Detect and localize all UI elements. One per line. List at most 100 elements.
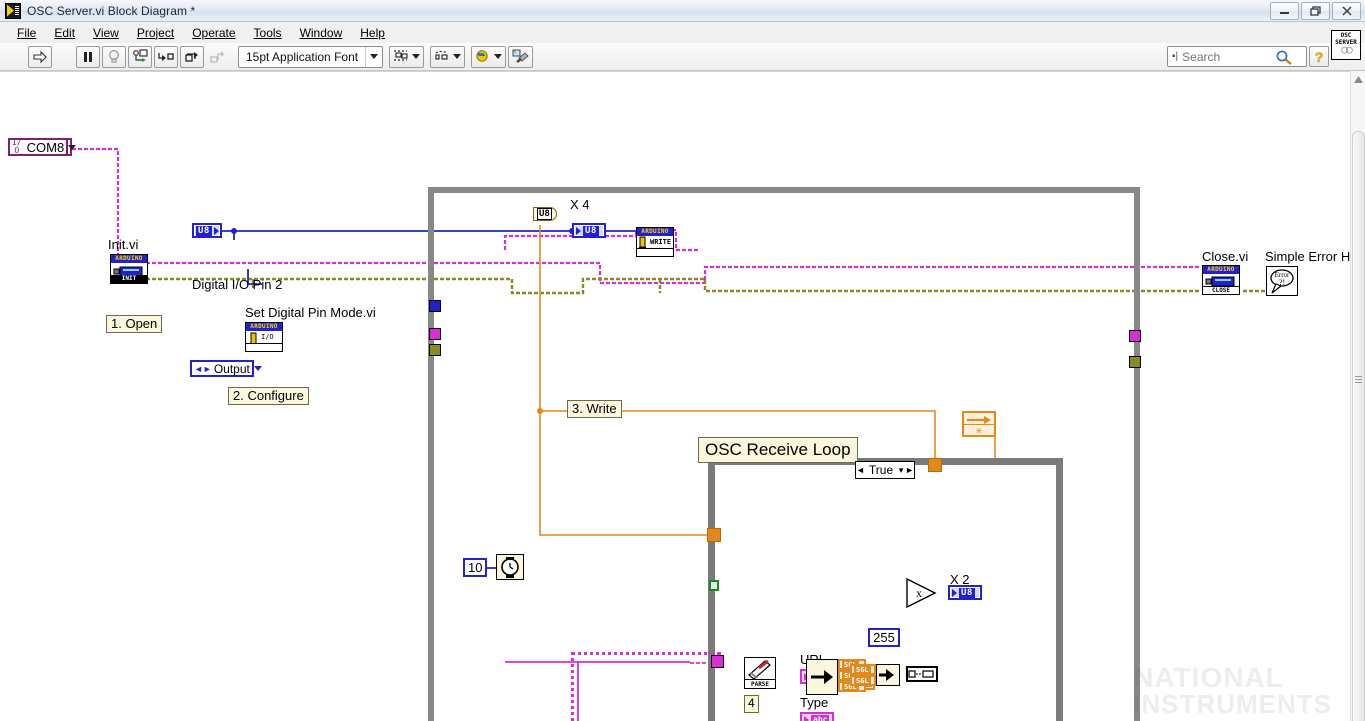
align-objects-button[interactable] xyxy=(389,45,425,68)
inner-subdiagram-structure[interactable] xyxy=(571,652,721,721)
retain-wire-values-icon[interactable] xyxy=(128,45,152,68)
digital-io-pin-terminal[interactable]: U8 xyxy=(192,223,222,238)
menu-edit[interactable]: Edit xyxy=(45,24,84,42)
bundle-sgl-2: SGL xyxy=(850,675,876,686)
menu-tools[interactable]: Tools xyxy=(245,24,291,42)
align-chevron-down-icon[interactable] xyxy=(412,54,421,59)
reorder-chevron-down-icon[interactable] xyxy=(494,54,503,59)
u8-glyph: U8 xyxy=(959,587,975,598)
com-port-control[interactable]: I/O COM8 xyxy=(8,138,77,156)
type-terminal[interactable]: abc xyxy=(800,712,834,721)
arduino-vi-header: ARDUINO xyxy=(246,323,282,331)
minimize-button[interactable] xyxy=(1270,2,1299,20)
loop-tunnel-serial-right[interactable] xyxy=(1129,330,1141,342)
search-magnifier-icon[interactable] xyxy=(1275,49,1293,65)
bundle-cluster-node[interactable] xyxy=(876,664,900,686)
search-input[interactable] xyxy=(1180,48,1276,65)
menu-operate[interactable]: Operate xyxy=(183,24,244,42)
parse-count-constant[interactable]: 4 xyxy=(744,695,759,713)
loop-tunnel-error-right[interactable] xyxy=(1129,356,1141,368)
u8-glyph: U8 xyxy=(196,225,212,236)
scroll-up-arrow-icon[interactable] xyxy=(1351,71,1365,87)
window-controls xyxy=(1270,2,1361,20)
arduino-vi-header: ARDUINO xyxy=(637,228,673,236)
unbundle-cluster-node[interactable] xyxy=(806,659,838,695)
close-button[interactable] xyxy=(1332,2,1361,20)
pause-button[interactable] xyxy=(76,45,100,68)
font-label: 15pt Application Font xyxy=(246,49,359,64)
menu-project[interactable]: Project xyxy=(128,24,183,42)
menu-view[interactable]: View xyxy=(84,24,128,42)
restore-button[interactable] xyxy=(1301,2,1330,20)
u8-constant[interactable]: U8 xyxy=(533,207,557,221)
case-next-arrow-icon[interactable]: ► xyxy=(905,465,914,475)
error-handler-label: Simple Error Ha xyxy=(1265,249,1350,264)
watermark-line-2: INSTRUMENTS xyxy=(1133,689,1332,719)
array-to-cluster-node[interactable] xyxy=(906,666,938,682)
digital-io-pin-label: Digital I/O Pin 2 xyxy=(192,277,283,292)
case-structure-selector[interactable]: ◄ True ▾ ► xyxy=(855,461,915,479)
set-digital-pin-mode-vi-node[interactable]: ARDUINO I/O xyxy=(245,322,283,352)
highlight-execution-bulb-icon[interactable] xyxy=(102,45,126,68)
clean-up-diagram-button[interactable] xyxy=(508,45,534,68)
block-diagram-canvas[interactable]: I/O COM8 Init.vi ARDUINO INIT 1. Open Di… xyxy=(0,71,1350,721)
pin-mode-output-enum[interactable]: ◄► Output xyxy=(190,360,262,377)
loop-tunnel-numeric[interactable] xyxy=(429,300,441,312)
font-dropdown-chevron-down-icon[interactable] xyxy=(366,54,382,59)
menu-help[interactable]: Help xyxy=(351,24,394,42)
menu-bar: File Edit View Project Operate Tools Win… xyxy=(0,22,1365,44)
bundle-inputs: SGL SGL xyxy=(850,664,876,686)
clock-icon xyxy=(501,556,519,578)
reorder-button[interactable] xyxy=(471,45,507,68)
vi-icon-badge[interactable]: OSC SERVER ◯◯ xyxy=(1331,30,1361,60)
menu-file[interactable]: File xyxy=(8,24,45,42)
close-vi-node[interactable]: ARDUINO CLOSE xyxy=(1202,265,1240,295)
scrollbar-grip-icon xyxy=(1355,376,1362,383)
step-out-icon[interactable] xyxy=(206,46,230,68)
menu-window[interactable]: Window xyxy=(291,24,352,42)
vi-badge-rings-icon: ◯◯ xyxy=(1341,43,1352,56)
type-label: Type xyxy=(800,695,829,710)
wait-constant-value: 10 xyxy=(468,560,483,575)
loop-tunnel-orange-left[interactable] xyxy=(707,528,721,542)
simple-error-handler-node[interactable]: Error ?! xyxy=(1266,266,1298,296)
case-chevron-down-icon[interactable]: ▾ xyxy=(897,465,905,476)
search-box[interactable]: ▪| xyxy=(1167,46,1307,67)
init-vi-node[interactable]: ARDUINO INIT xyxy=(110,254,148,284)
x2-terminal[interactable]: U8 xyxy=(948,585,982,600)
scrollbar-thumb[interactable] xyxy=(1352,131,1365,721)
context-help-question-icon[interactable]: ? xyxy=(1309,46,1329,67)
loop-iteration-terminal xyxy=(709,580,719,591)
feedback-node[interactable]: ✳ xyxy=(962,411,996,437)
parse-count-value: 4 xyxy=(748,696,755,710)
loop-tunnel-error[interactable] xyxy=(429,344,441,356)
distribute-chevron-down-icon[interactable] xyxy=(453,54,462,59)
parse-vi-node[interactable]: PARSE xyxy=(744,657,776,689)
case-prev-arrow-icon[interactable]: ◄ xyxy=(856,465,865,475)
font-selector[interactable]: 15pt Application Font xyxy=(238,45,384,68)
loop-tunnel-serial[interactable] xyxy=(429,328,441,340)
loop-tunnel-orange-top[interactable] xyxy=(928,458,942,472)
x4-terminal[interactable]: U8 xyxy=(572,223,606,238)
parse-glyph-icon xyxy=(748,659,771,680)
run-button[interactable] xyxy=(28,45,52,68)
inner-loop-tunnel-serial[interactable] xyxy=(711,655,724,668)
arduino-vi-header: ARDUINO xyxy=(1203,266,1239,274)
step-over-icon[interactable] xyxy=(180,45,204,68)
step-into-icon[interactable] xyxy=(154,45,178,68)
wait-time-constant[interactable]: 10 xyxy=(463,558,488,577)
step-2-configure-label: 2. Configure xyxy=(228,387,309,405)
distribute-objects-button[interactable] xyxy=(430,45,466,68)
bundle-sgl-1: SGL xyxy=(850,664,876,675)
case-selector-value: True xyxy=(868,463,894,477)
enum-chevron-down-icon[interactable] xyxy=(253,366,262,371)
enum-increment-icon[interactable]: ◄► xyxy=(194,364,212,374)
multiplier-constant-255[interactable]: 255 xyxy=(868,628,900,647)
multiply-node[interactable]: x xyxy=(905,577,937,614)
com-port-chevron-down-icon[interactable] xyxy=(66,140,77,154)
wait-ms-node[interactable] xyxy=(496,554,524,580)
vertical-scrollbar[interactable] xyxy=(1350,71,1365,721)
step-3-write-label: 3. Write xyxy=(567,400,622,418)
national-instruments-watermark: NATIONAL INSTRUMENTS xyxy=(1133,664,1332,719)
write-vi-node[interactable]: ARDUINO WRITE xyxy=(636,227,674,257)
